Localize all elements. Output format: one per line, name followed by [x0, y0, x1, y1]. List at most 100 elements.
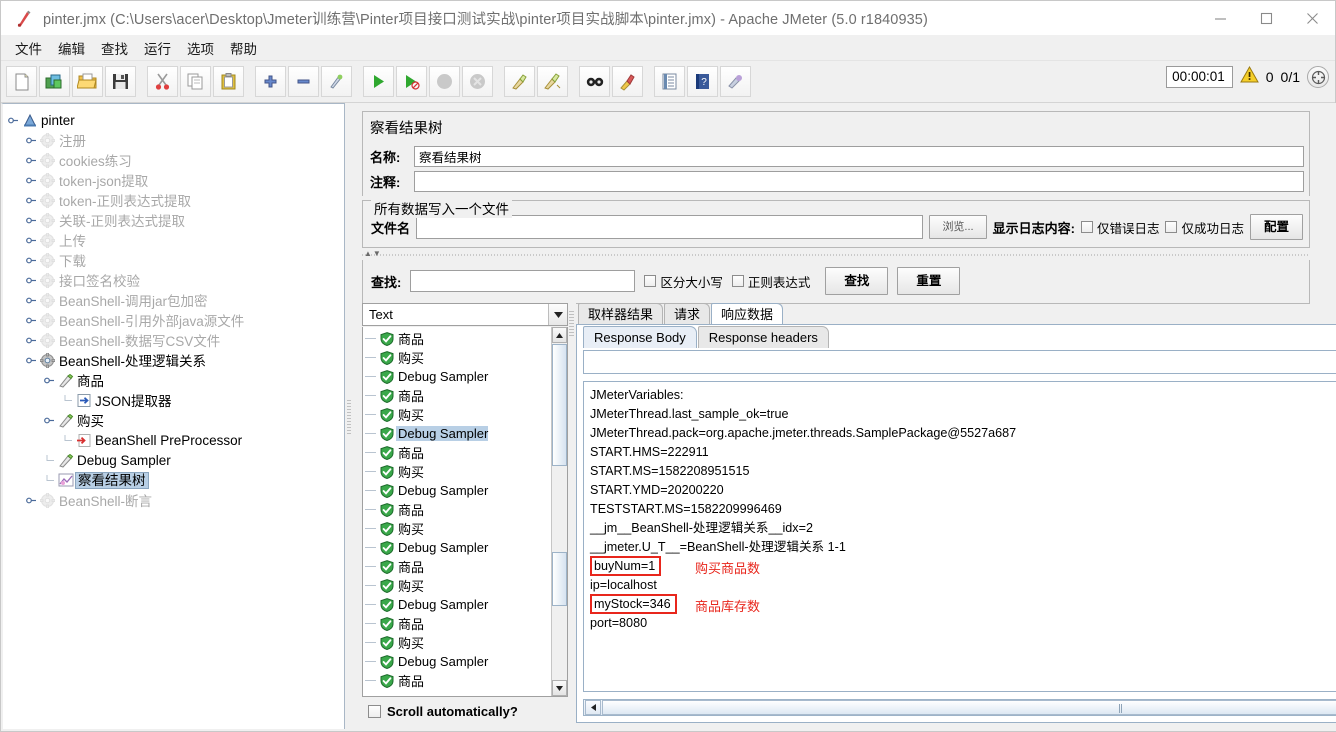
tree-node[interactable]: 接口签名校验: [7, 270, 344, 290]
result-list-item[interactable]: 购买: [365, 462, 567, 481]
tree-node[interactable]: 购买: [7, 410, 344, 430]
copy-icon[interactable]: [180, 66, 211, 97]
response-horizontal-scrollbar[interactable]: [583, 699, 1336, 716]
result-list-item[interactable]: 商品: [365, 386, 567, 405]
scroll-left-button[interactable]: [585, 700, 601, 715]
menu-edit[interactable]: 编辑: [50, 35, 93, 61]
help-icon[interactable]: ?: [687, 66, 718, 97]
tree-node[interactable]: pinter: [7, 110, 344, 130]
search-input[interactable]: [410, 270, 636, 292]
results-splitter[interactable]: [568, 303, 576, 723]
result-list-item[interactable]: Debug Sampler: [365, 367, 567, 386]
renderer-select[interactable]: Text: [362, 303, 568, 326]
result-list-item[interactable]: 购买: [365, 576, 567, 595]
scrollbar-thumb-lower[interactable]: [552, 552, 567, 606]
scroll-down-button[interactable]: [552, 680, 567, 696]
error-log-checkbox[interactable]: 仅错误日志: [1080, 218, 1159, 237]
expand-all-icon[interactable]: [255, 66, 286, 97]
search-button[interactable]: 查找: [825, 267, 889, 295]
paste-icon[interactable]: [213, 66, 244, 97]
start-icon[interactable]: [363, 66, 394, 97]
menu-run[interactable]: 运行: [136, 35, 179, 61]
collapse-handle-icon[interactable]: [25, 354, 38, 367]
search-reset-icon[interactable]: [612, 66, 643, 97]
open-icon[interactable]: [72, 66, 103, 97]
tree-node[interactable]: 商品: [7, 370, 344, 390]
tree-node[interactable]: 下载: [7, 250, 344, 270]
expand-handle-icon[interactable]: [7, 114, 20, 127]
search-case-checkbox-box[interactable]: [644, 275, 657, 287]
expand-handle-icon[interactable]: [25, 134, 38, 147]
hscroll-thumb[interactable]: [602, 700, 1336, 715]
search-icon[interactable]: [579, 66, 610, 97]
error-indicator-icon[interactable]: [1307, 66, 1329, 88]
collapse-all-icon[interactable]: [288, 66, 319, 97]
results-list-box[interactable]: 商品 购买 Debug Sampler 商品 购买 Debug Sampler 商品 购买 De…: [362, 327, 568, 697]
result-list-item[interactable]: 购买: [365, 519, 567, 538]
tree-node[interactable]: 关联-正则表达式提取: [7, 210, 344, 230]
configure-button[interactable]: 配置: [1249, 214, 1303, 240]
tree-node[interactable]: Debug Sampler: [7, 450, 344, 470]
divider-arrows-icon[interactable]: ▲▼: [364, 249, 382, 258]
cut-icon[interactable]: [147, 66, 178, 97]
tab-sampler-result[interactable]: 取样器结果: [578, 303, 664, 325]
result-list-item[interactable]: 购买: [365, 348, 567, 367]
maximize-button[interactable]: [1243, 1, 1289, 35]
tree-node[interactable]: 注册: [7, 130, 344, 150]
scroll-automatically-checkbox[interactable]: Scroll automatically?: [362, 697, 568, 723]
subtab-response-body[interactable]: Response Body: [583, 326, 697, 348]
results-list-scrollbar[interactable]: [551, 327, 567, 696]
undo-redo-icon[interactable]: [720, 66, 751, 97]
search-regex-checkbox[interactable]: 正则表达式: [731, 272, 810, 291]
tab-request[interactable]: 请求: [664, 303, 711, 325]
tree-node[interactable]: 察看结果树: [7, 470, 344, 490]
success-log-checkbox-box[interactable]: [1165, 221, 1178, 233]
result-list-item[interactable]: 商品: [365, 329, 567, 348]
expand-handle-icon[interactable]: [25, 294, 38, 307]
result-list-item[interactable]: Debug Sampler: [365, 538, 567, 557]
menu-file[interactable]: 文件: [7, 35, 50, 61]
expand-handle-icon[interactable]: [25, 274, 38, 287]
tree-node[interactable]: BeanShell-断言: [7, 490, 344, 510]
result-list-item[interactable]: 商品: [365, 443, 567, 462]
error-log-checkbox-box[interactable]: [1080, 221, 1093, 233]
menu-help[interactable]: 帮助: [222, 35, 265, 61]
clear-all-icon[interactable]: [537, 66, 568, 97]
start-no-pause-icon[interactable]: [396, 66, 427, 97]
collapse-handle-icon[interactable]: [43, 374, 56, 387]
expand-handle-icon[interactable]: [25, 494, 38, 507]
comment-input[interactable]: [414, 171, 1304, 192]
reset-button[interactable]: 重置: [897, 267, 961, 295]
tree-node[interactable]: token-正则表达式提取: [7, 190, 344, 210]
find-input[interactable]: [583, 350, 1336, 374]
subtab-response-headers[interactable]: Response headers: [697, 326, 829, 348]
save-icon[interactable]: [105, 66, 136, 97]
tree-node[interactable]: BeanShell-调用jar包加密: [7, 290, 344, 310]
tree-node[interactable]: BeanShell-数据写CSV文件: [7, 330, 344, 350]
expand-handle-icon[interactable]: [25, 314, 38, 327]
result-list-item[interactable]: 购买: [365, 633, 567, 652]
menu-options[interactable]: 选项: [179, 35, 222, 61]
scroll-automatically-box[interactable]: [368, 705, 381, 718]
result-list-item[interactable]: 商品: [365, 500, 567, 519]
new-icon[interactable]: [6, 66, 37, 97]
tree-node[interactable]: BeanShell-处理逻辑关系: [7, 350, 344, 370]
tree-node[interactable]: cookies练习: [7, 150, 344, 170]
chevron-down-icon[interactable]: [548, 304, 567, 325]
scrollbar-thumb-upper[interactable]: [552, 344, 567, 466]
expand-handle-icon[interactable]: [25, 174, 38, 187]
result-list-item[interactable]: Debug Sampler: [365, 481, 567, 500]
expand-handle-icon[interactable]: [25, 154, 38, 167]
templates-icon[interactable]: [39, 66, 70, 97]
result-list-item[interactable]: 商品: [365, 557, 567, 576]
name-input[interactable]: 察看结果树: [414, 146, 1304, 167]
search-regex-checkbox-box[interactable]: [731, 275, 744, 287]
expand-handle-icon[interactable]: [25, 254, 38, 267]
tree-node[interactable]: BeanShell PreProcessor: [7, 430, 344, 450]
close-button[interactable]: [1289, 1, 1335, 35]
result-list-item[interactable]: Debug Sampler: [365, 652, 567, 671]
browse-button[interactable]: 浏览...: [929, 215, 987, 239]
result-list-item[interactable]: Debug Sampler: [365, 424, 567, 443]
function-helper-icon[interactable]: [654, 66, 685, 97]
results-list-items[interactable]: 商品 购买 Debug Sampler 商品 购买 Debug Sampler 商品 购买 De…: [363, 327, 567, 690]
